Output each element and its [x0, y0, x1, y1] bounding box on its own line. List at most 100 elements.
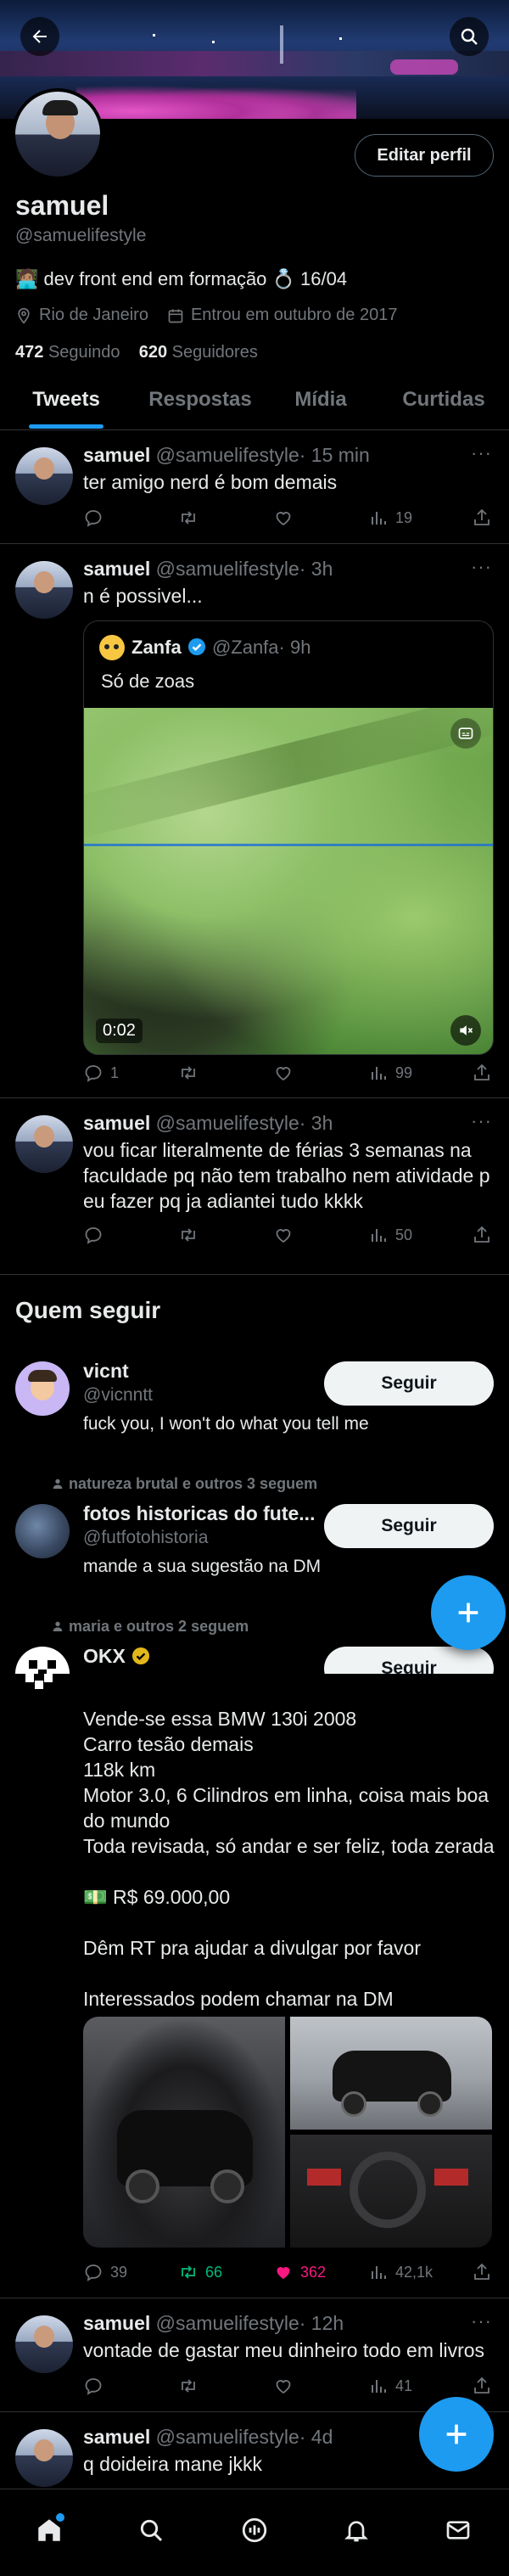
car-photo-rear[interactable]: [290, 2017, 492, 2130]
edit-profile-button[interactable]: Editar perfil: [355, 134, 494, 177]
tweet-text: n é possivel...: [83, 585, 203, 607]
share-button[interactable]: [472, 2373, 492, 2399]
tweet[interactable]: samuel @samuelifestyle· 3h ··· n é possi…: [0, 544, 509, 1098]
avatar[interactable]: [15, 2429, 73, 2487]
profile-name: samuel: [15, 190, 109, 221]
avatar[interactable]: [15, 1115, 73, 1173]
person-icon: [53, 1621, 63, 1631]
suggested-user-bio: mande a sua sugestão na DM: [83, 1557, 322, 1576]
tweet-text: vontade de gastar meu dinheiro todo em l…: [83, 2339, 485, 2361]
reply-button[interactable]: [83, 1222, 103, 1248]
tweet-author-name[interactable]: samuel: [83, 2312, 150, 2334]
retweet-button[interactable]: [178, 505, 199, 530]
like-button[interactable]: [273, 505, 294, 530]
follow-button[interactable]: Seguir: [324, 1647, 494, 1674]
share-button[interactable]: [472, 505, 492, 530]
reply-button[interactable]: 1: [83, 1060, 119, 1086]
tab-curtidas[interactable]: Curtidas: [389, 388, 499, 422]
nav-notifications[interactable]: [338, 2511, 375, 2549]
nav-home[interactable]: [31, 2511, 68, 2549]
like-count: 362: [300, 2263, 327, 2281]
tab-midia[interactable]: Mídia: [278, 388, 363, 422]
retweet-button[interactable]: 66: [178, 2259, 222, 2285]
more-icon[interactable]: ···: [471, 2310, 492, 2332]
video-time: 0:02: [103, 1021, 136, 1040]
follow-label: Seguir: [381, 1658, 437, 1674]
retweet-button[interactable]: [178, 1222, 199, 1248]
share-button[interactable]: [472, 2259, 492, 2285]
retweet-icon: [182, 1066, 195, 1080]
more-icon[interactable]: ···: [471, 556, 492, 578]
follow-button[interactable]: Seguir: [324, 1504, 494, 1548]
avatar: [15, 1504, 70, 1558]
tweet-text-line: 118k km: [83, 1759, 156, 1781]
tab-respostas-label: Respostas: [148, 388, 252, 411]
follow-suggestion[interactable]: natureza brutal e outros 3 seguem fotos …: [0, 1470, 509, 1597]
views-count: 42,1k: [395, 2263, 433, 2281]
following-link[interactable]: 472 Seguindo: [15, 343, 120, 362]
follow-suggestion[interactable]: vicnt @vicnntt fuck you, I won't do what…: [0, 1356, 509, 1450]
car-photo-interior[interactable]: [290, 2135, 492, 2248]
nav-spaces[interactable]: [236, 2511, 273, 2549]
reply-count: 1: [110, 1064, 120, 1081]
quoted-video[interactable]: 0:02: [84, 708, 493, 1054]
car-photo-front[interactable]: [83, 2017, 285, 2248]
tweet[interactable]: samuel @samuelifestyle· 3h ··· vou ficar…: [0, 1098, 509, 1275]
share-icon: [474, 508, 489, 525]
followers-link[interactable]: 620 Seguidores: [139, 343, 258, 362]
retweet-button[interactable]: [178, 1060, 199, 1086]
compose-fab[interactable]: [431, 1575, 506, 1650]
quoted-tweet[interactable]: Zanfa @Zanfa· 9h Só de zoas 0:02: [83, 620, 494, 1055]
mute-button[interactable]: [450, 1015, 481, 1046]
gold-verified-badge-icon: [132, 1647, 150, 1664]
views-button[interactable]: 19: [368, 505, 412, 530]
calendar-icon: [168, 309, 183, 323]
views-chart-icon: [372, 1229, 386, 1242]
suggested-user-handle: @vicnntt: [83, 1385, 154, 1405]
tweet[interactable]: Vende-se essa BMW 130i 2008 Carro tesão …: [0, 1674, 509, 2298]
edit-profile-label: Editar perfil: [377, 145, 472, 165]
back-button[interactable]: [20, 17, 59, 56]
suggested-user-name: vicnt: [83, 1360, 129, 1382]
share-button[interactable]: [472, 1060, 492, 1086]
more-icon[interactable]: ···: [471, 442, 492, 464]
reply-button[interactable]: 39: [83, 2259, 127, 2285]
tweet[interactable]: samuel @samuelifestyle· 12h ··· vontade …: [0, 2298, 509, 2412]
avatar[interactable]: [15, 561, 73, 619]
tab-respostas[interactable]: Respostas: [141, 388, 260, 422]
tweet-author-name[interactable]: samuel: [83, 444, 150, 466]
reply-button[interactable]: [83, 2373, 103, 2399]
views-button[interactable]: 99: [368, 1060, 412, 1086]
media-grid[interactable]: [83, 2017, 492, 2248]
reply-button[interactable]: [83, 505, 103, 530]
views-button[interactable]: 41: [368, 2373, 412, 2399]
suggested-user-name: OKX: [83, 1645, 126, 1667]
tweet-author-name[interactable]: samuel: [83, 1112, 150, 1134]
tweet[interactable]: samuel @samuelifestyle· 15 min ··· ter a…: [0, 430, 509, 544]
profile-meta: Rio de Janeiro Entrou em outubro de 2017: [15, 306, 397, 325]
more-icon[interactable]: ···: [471, 1110, 492, 1132]
nav-search[interactable]: [132, 2511, 170, 2549]
follow-button[interactable]: Seguir: [324, 1361, 494, 1406]
like-button[interactable]: [273, 1060, 294, 1086]
tweet-author-name[interactable]: samuel: [83, 2426, 150, 2448]
like-button[interactable]: [273, 2373, 294, 2399]
share-button[interactable]: [472, 1222, 492, 1248]
tab-tweets[interactable]: Tweets: [15, 388, 117, 422]
caption-button[interactable]: [450, 718, 481, 749]
avatar[interactable]: [15, 447, 73, 505]
retweet-button[interactable]: [178, 2373, 199, 2399]
profile-avatar[interactable]: [12, 88, 103, 180]
plus-icon: [446, 2424, 467, 2444]
reply-icon: [85, 1065, 102, 1082]
like-button[interactable]: 362: [273, 2259, 326, 2285]
avatar[interactable]: [15, 2315, 73, 2373]
nav-messages[interactable]: [439, 2511, 477, 2549]
video-duration: 0:02: [96, 1019, 143, 1043]
like-button[interactable]: [273, 1222, 294, 1248]
tweet-author-name[interactable]: samuel: [83, 558, 150, 580]
views-button[interactable]: 42,1k: [368, 2259, 433, 2285]
search-button[interactable]: [450, 17, 489, 56]
views-button[interactable]: 50: [368, 1222, 412, 1248]
compose-fab[interactable]: [419, 2397, 494, 2472]
